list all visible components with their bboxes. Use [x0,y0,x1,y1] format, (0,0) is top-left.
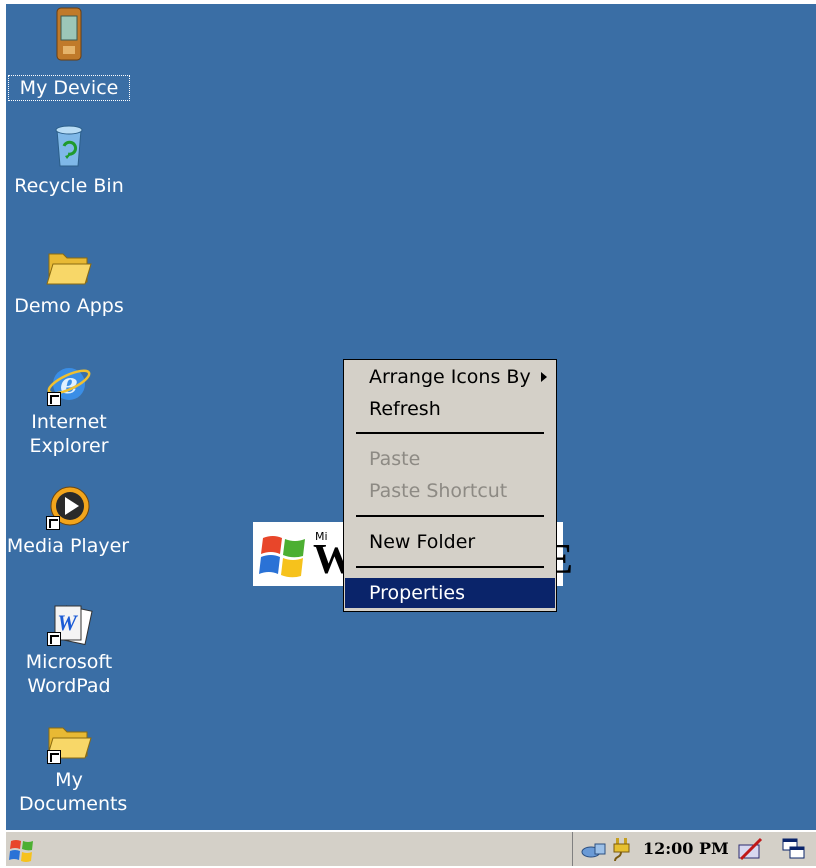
desktop-icon-label: Demo Apps [14,295,124,317]
menu-separator [356,515,544,517]
desktop-icon-my-device[interactable]: My Device [8,7,130,101]
shortcut-arrow-icon [47,392,61,406]
network-icon[interactable] [581,838,607,864]
taskbar: 12:00 PM [6,830,816,866]
recycle-bin-icon [45,124,93,168]
desktop-icon-internet-explorer[interactable]: e Internet Explorer [9,360,129,458]
menu-item-properties[interactable]: Properties [345,578,555,608]
system-tray: 12:00 PM [572,832,816,866]
menu-item-paste-shortcut: Paste Shortcut [345,476,555,506]
media-player-icon [44,484,92,530]
internet-explorer-icon: e [45,360,93,406]
desktop-icon-wordpad[interactable]: W Microsoft WordPad [9,600,129,698]
menu-item-label: Paste [369,448,421,470]
shortcut-arrow-icon [46,516,60,530]
pda-device-icon [45,7,93,61]
desktop-icon-label: Media Player [6,535,130,557]
shortcut-arrow-icon [47,632,61,646]
desktop-icon-label: Internet Explorer [29,411,109,457]
menu-item-paste: Paste [345,444,555,474]
desktop-icon-label: My Device [8,75,130,101]
desktop-icon-demo-apps[interactable]: Demo Apps [9,244,129,318]
taskbar-clock[interactable]: 12:00 PM [643,839,729,858]
menu-separator [356,566,544,568]
menu-item-label: Refresh [369,398,441,420]
desktop-icon-label: My Documents [19,769,128,815]
wordpad-icon: W [45,600,93,646]
shortcut-arrow-icon [47,750,61,764]
menu-item-label: Paste Shortcut [369,480,508,502]
menu-separator [356,432,544,434]
power-plug-icon[interactable] [611,836,633,866]
menu-item-label: New Folder [369,531,476,553]
desktop-icon-my-documents[interactable]: My Documents [9,718,129,816]
context-menu[interactable]: Arrange Icons By Refresh Paste Paste Sho… [343,359,557,612]
windows-flag-icon [259,536,305,578]
folder-icon [45,244,93,288]
submenu-arrow-icon [541,372,547,382]
menu-item-label: Properties [369,582,466,604]
menu-item-label: Arrange Icons By [369,366,531,388]
input-panel-icon[interactable] [737,837,763,865]
desktop-icon-label: Recycle Bin [14,175,124,197]
windows-flag-icon [9,840,33,862]
desktop-icon-label: Microsoft WordPad [25,651,113,697]
desktop-switch-icon[interactable] [781,837,807,865]
menu-item-arrange-icons-by[interactable]: Arrange Icons By [345,362,555,392]
desktop-icon-recycle-bin[interactable]: Recycle Bin [9,124,129,198]
desktop-icon-media-player[interactable]: Media Player [6,484,130,558]
menu-item-refresh[interactable]: Refresh [345,394,555,424]
start-button[interactable] [8,836,40,864]
folder-icon [45,718,93,764]
menu-item-new-folder[interactable]: New Folder [345,527,555,557]
